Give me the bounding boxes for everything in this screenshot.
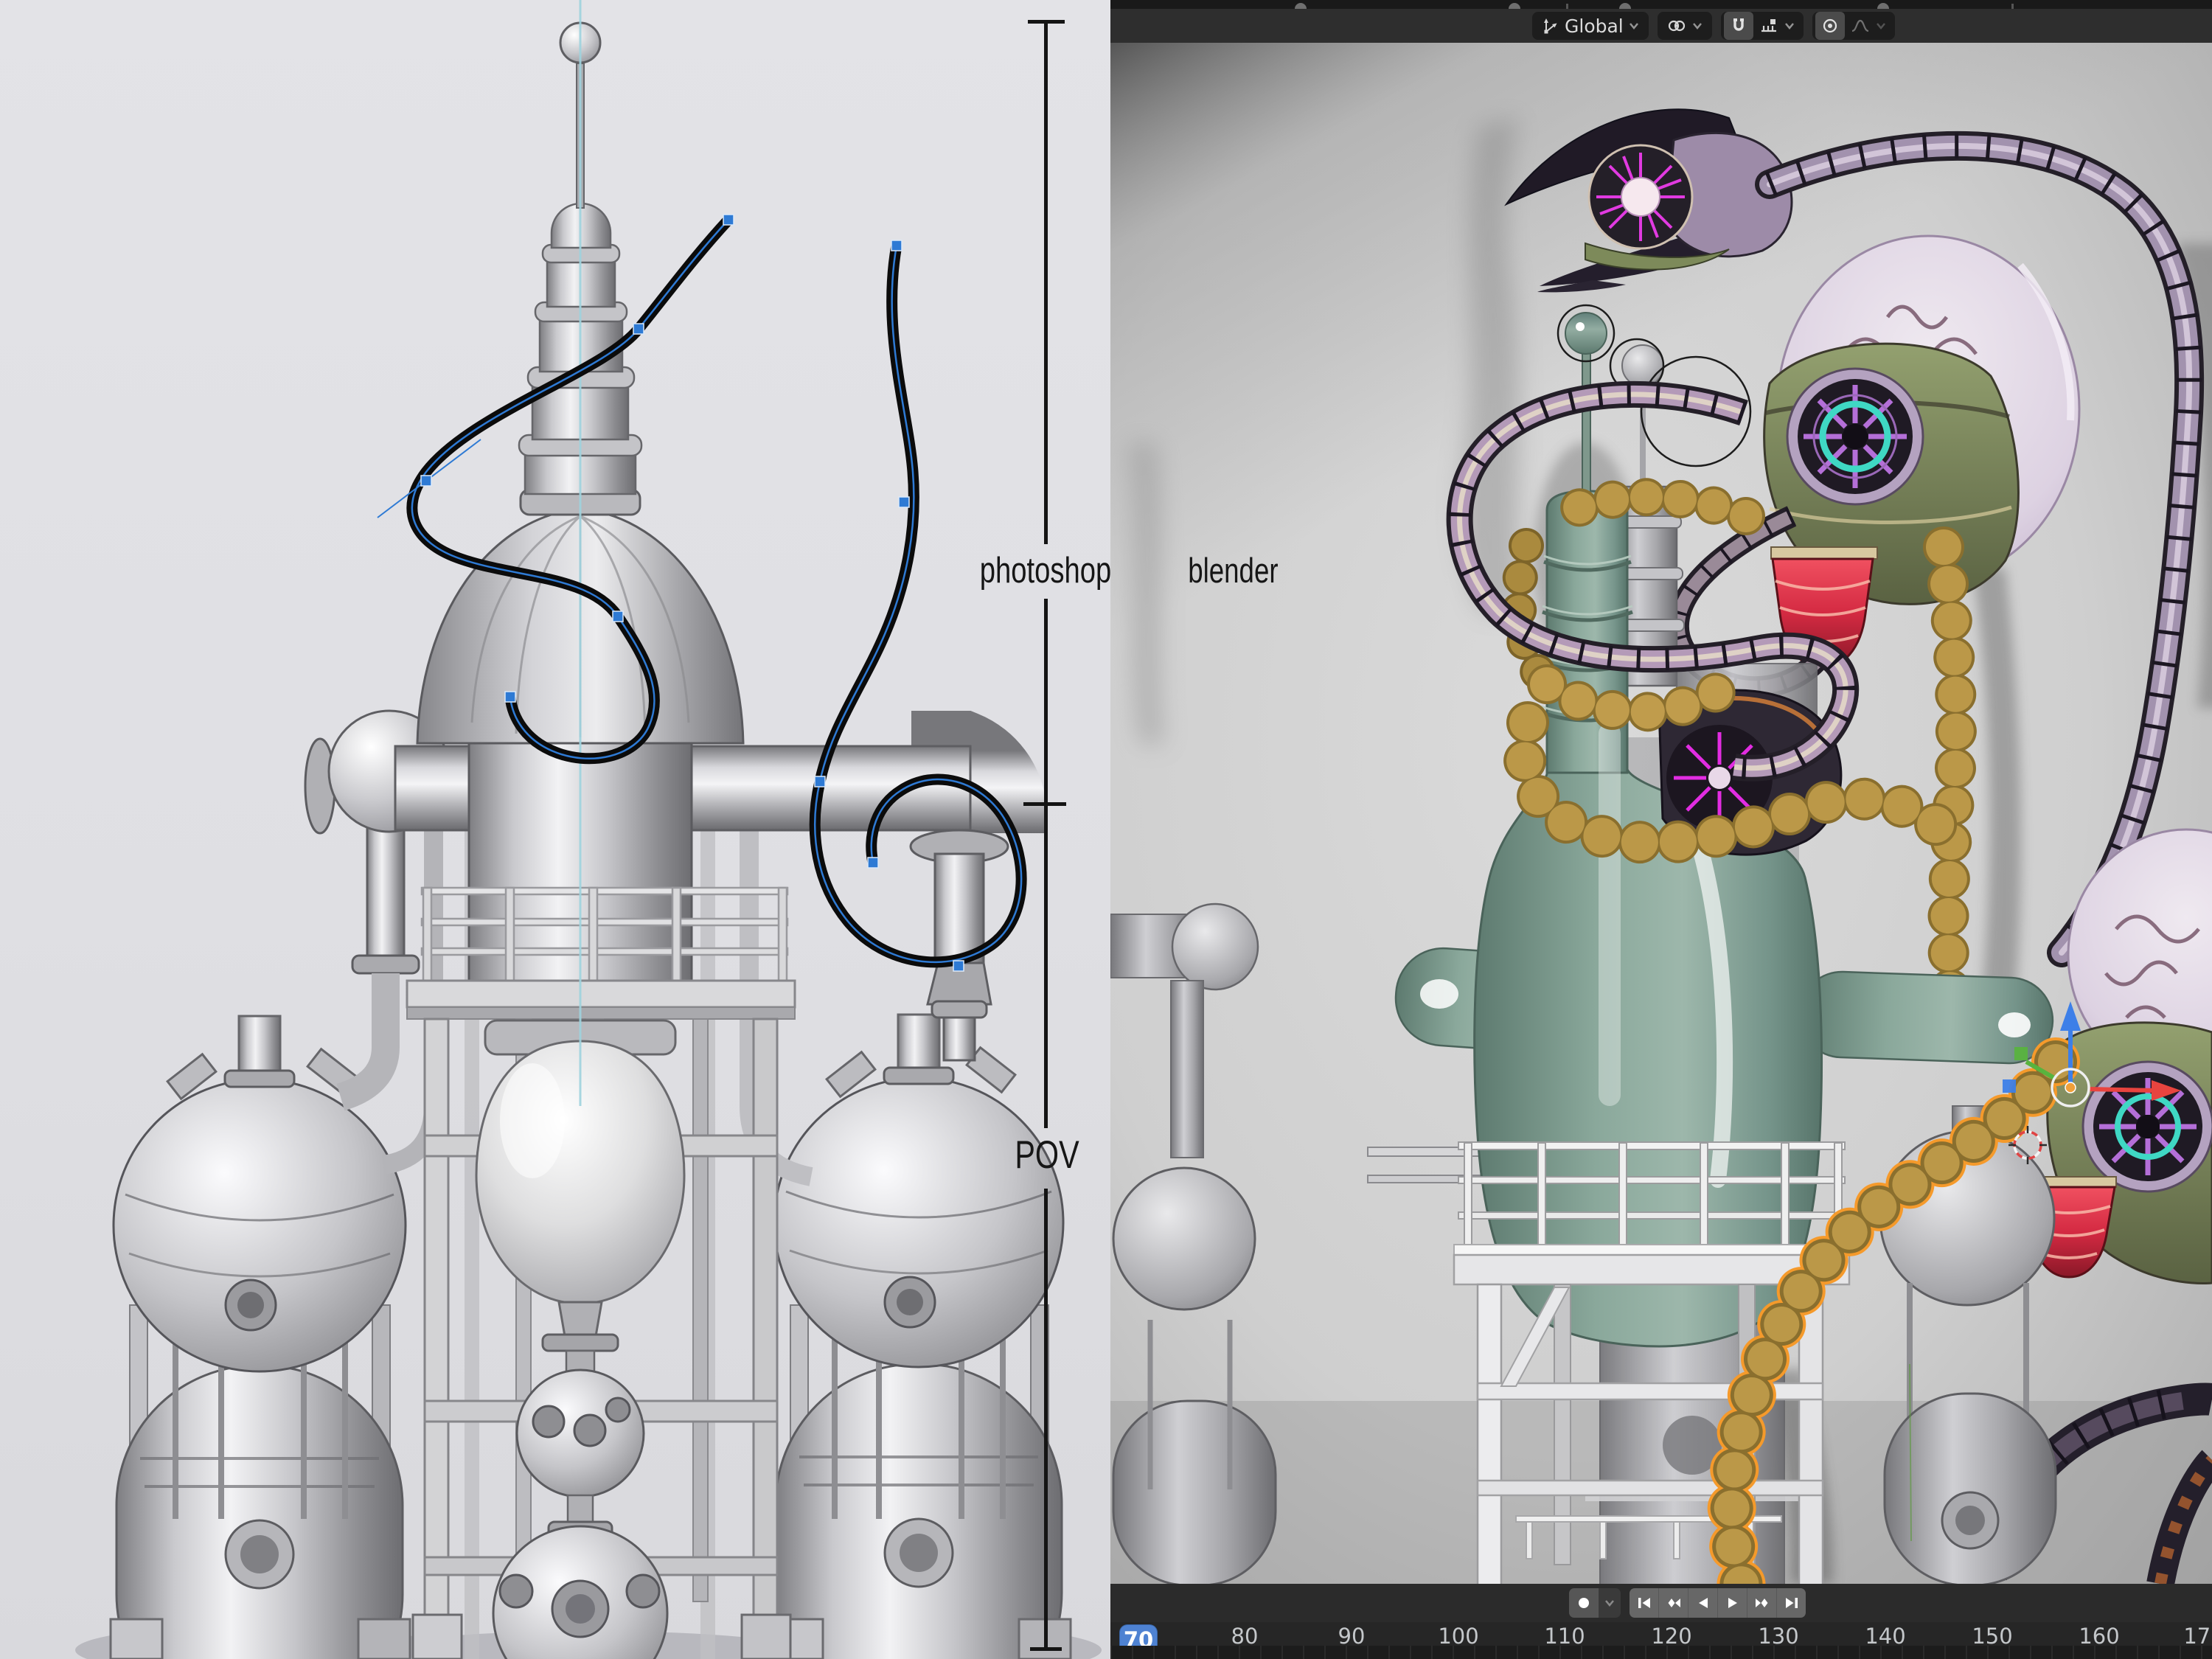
snapping-group [1721, 12, 1804, 40]
blender-window: Global [1110, 0, 2212, 1659]
snap-magnet-icon [1729, 16, 1748, 35]
snap-toggle-button[interactable] [1724, 12, 1753, 40]
next-keyframe-icon [1753, 1594, 1771, 1612]
frame-tick: 110 [1544, 1624, 1585, 1649]
pivot-point-icon [1666, 16, 1687, 35]
blender-3d-viewport[interactable] [1110, 43, 2212, 1584]
frame-tick: 90 [1338, 1624, 1366, 1649]
timeline-playback-bar [1110, 1584, 2212, 1622]
frame-tick: 100 [1438, 1624, 1478, 1649]
record-icon [1575, 1594, 1593, 1612]
play-forward-icon [1724, 1594, 1742, 1612]
transform-orientation-group: Global [1532, 12, 1649, 40]
viewport-header: Global [1110, 9, 2212, 44]
play-reverse-icon [1694, 1594, 1712, 1612]
jump-to-end-button[interactable] [1776, 1588, 1806, 1618]
proportional-edit-group [1812, 12, 1895, 40]
transform-orientation-icon [1541, 16, 1560, 35]
timeline-keyframe-strip[interactable] [1110, 1646, 2212, 1659]
jump-to-start-icon [1635, 1594, 1653, 1612]
transform-orientation-dropdown[interactable]: Global [1535, 12, 1646, 40]
pen-path-right[interactable] [815, 240, 1021, 971]
chevron-down-icon [1604, 1599, 1615, 1607]
blender-topbar [1110, 0, 2212, 9]
transport-controls [1630, 1588, 1806, 1618]
frame-tick: 170 [2183, 1624, 2212, 1649]
pivot-point-group [1658, 12, 1712, 40]
frame-tick: 120 [1651, 1624, 1691, 1649]
topbar-icon[interactable] [1566, 4, 1568, 9]
transform-pivot-point-dropdown[interactable] [1660, 12, 1709, 40]
frame-tick: 150 [1972, 1624, 2012, 1649]
snap-increment-icon [1759, 16, 1779, 35]
transform-orientation-value: Global [1565, 15, 1624, 37]
frame-tick: 140 [1865, 1624, 1905, 1649]
previous-keyframe-button[interactable] [1658, 1588, 1688, 1618]
chevron-down-icon [1628, 21, 1640, 30]
chevron-down-icon [1691, 21, 1703, 30]
frame-tick: 80 [1231, 1624, 1259, 1649]
next-keyframe-button[interactable] [1747, 1588, 1776, 1618]
play-forward-button[interactable] [1717, 1588, 1747, 1618]
previous-keyframe-icon [1665, 1594, 1683, 1612]
screenshot-root: Global [0, 0, 2212, 1659]
chevron-down-icon [1875, 21, 1887, 30]
snap-target-dropdown[interactable] [1753, 12, 1801, 40]
frame-tick: 160 [2079, 1624, 2119, 1649]
photoshop-canvas[interactable] [0, 0, 1110, 1659]
topbar-icon[interactable] [2011, 4, 2014, 9]
record-group [1569, 1588, 1621, 1618]
record-options-dropdown[interactable] [1598, 1588, 1621, 1618]
topbar-icon[interactable] [1877, 3, 1889, 9]
frame-tick: 130 [1758, 1624, 1798, 1649]
record-button[interactable] [1569, 1588, 1598, 1618]
topbar-icon[interactable] [1295, 3, 1307, 9]
timeline-ruler[interactable]: 80 90 100 110 120 130 140 150 160 170 70 [1110, 1622, 2212, 1646]
topbar-icon[interactable] [1619, 3, 1631, 9]
topbar-icon[interactable] [1509, 3, 1520, 9]
jump-to-end-icon [1783, 1594, 1801, 1612]
falloff-curve-icon [1850, 16, 1871, 35]
proportional-editing-toggle[interactable] [1815, 12, 1845, 40]
chevron-down-icon [1784, 21, 1795, 30]
jump-to-start-button[interactable] [1630, 1588, 1658, 1618]
proportional-falloff-dropdown[interactable] [1845, 12, 1892, 40]
play-reverse-button[interactable] [1688, 1588, 1717, 1618]
viewport-scene [1110, 43, 2212, 1584]
proportional-editing-icon [1820, 16, 1840, 35]
photoshop-3d-render [0, 0, 1110, 1659]
